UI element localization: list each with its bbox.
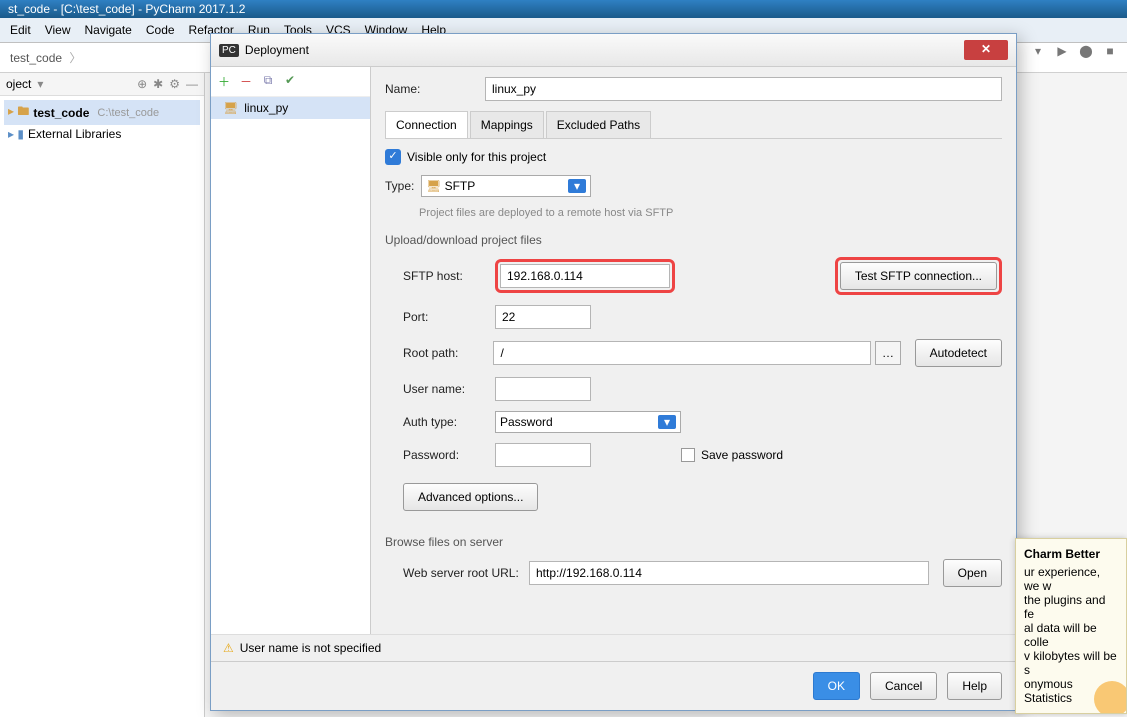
auth-type-select[interactable]: Password ▾ [495,411,681,433]
gear-icon[interactable]: ⚙ [169,77,180,91]
close-button[interactable]: ✕ [964,40,1008,60]
menu-edit[interactable]: Edit [4,21,37,39]
password-input[interactable] [495,443,591,467]
root-path-label: Root path: [385,346,493,360]
project-tree: ▸ 🖿 test_code C:\test_code ▸ ▮ External … [0,96,204,147]
sftp-icon: 🖥 [426,179,441,193]
project-panel: oject ▾ ⊕ ✱ ⚙ — ▸ 🖿 test_code C:\test_co… [0,73,205,717]
chevron-right-icon: 〉 [69,51,81,65]
type-value: SFTP [445,179,476,193]
auth-type-value: Password [500,415,553,429]
password-label: Password: [385,448,495,462]
cancel-button[interactable]: Cancel [870,672,937,700]
deployment-dialog: PC Deployment ✕ ＋ － ⧉ ✔ 🖥 linux_py Name: [210,33,1017,711]
add-icon[interactable]: ＋ [217,73,231,90]
advanced-options-button[interactable]: Advanced options... [403,483,538,511]
deployment-item-name: linux_py [244,101,288,115]
collapse-icon[interactable]: ⊕ [137,77,147,91]
port-label: Port: [385,310,495,324]
deployment-list: ＋ － ⧉ ✔ 🖥 linux_py [211,67,371,634]
copy-icon[interactable]: ⧉ [261,73,275,90]
tree-item-name: External Libraries [28,127,121,141]
upload-section-label: Upload/download project files [385,233,1002,247]
help-button[interactable]: Help [947,672,1002,700]
deployment-item[interactable]: 🖥 linux_py [211,97,370,119]
breadcrumb-root[interactable]: test_code [10,51,62,65]
dialog-title: Deployment [245,43,309,57]
tab-connection[interactable]: Connection [385,111,468,138]
chevron-down-icon: ▾ [658,415,676,429]
notification-line: the plugins and fe [1024,593,1118,621]
dialog-footer: OK Cancel Help [211,661,1016,710]
window-title: st_code - [C:\test_code] - PyCharm 2017.… [8,2,245,16]
logo-icon [1094,681,1127,714]
settings-icon[interactable]: ✱ [153,77,163,91]
tree-item-root[interactable]: ▸ 🖿 test_code C:\test_code [4,100,200,125]
username-input[interactable] [495,377,591,401]
open-button[interactable]: Open [943,559,1002,587]
use-icon[interactable]: ✔ [283,73,297,90]
tree-item-name: test_code [33,106,89,120]
username-label: User name: [385,382,495,396]
notification-line: al data will be colle [1024,621,1118,649]
type-label: Type: [385,179,421,193]
remove-icon[interactable]: － [239,73,253,90]
notification-popup[interactable]: Charm Better ur experience, we w the plu… [1015,538,1127,714]
tree-item-path: C:\test_code [97,107,159,119]
name-input[interactable] [485,77,1002,101]
menu-view[interactable]: View [39,21,77,39]
name-label: Name: [385,82,485,96]
run-toolbar: ▾ ▶ ⬤ ■ [1029,42,1119,60]
warning-bar: ⚠ User name is not specified [211,634,1016,661]
save-password-checkbox[interactable] [681,448,695,462]
tab-excluded[interactable]: Excluded Paths [546,111,651,138]
chevron-down-icon[interactable]: ▾ [37,77,43,91]
window-titlebar: st_code - [C:\test_code] - PyCharm 2017.… [0,0,1127,18]
visible-only-checkbox[interactable]: ✓ [385,149,401,165]
test-connection-button[interactable]: Test SFTP connection... [840,262,997,290]
tabs: Connection Mappings Excluded Paths [385,111,1002,139]
deployment-form: Name: Connection Mappings Excluded Paths… [371,67,1016,634]
visible-only-label: Visible only for this project [407,150,546,164]
sftp-host-label: SFTP host: [385,269,495,283]
root-path-input[interactable] [493,341,871,365]
notification-line: v kilobytes will be s [1024,649,1118,677]
dropdown-icon[interactable]: ▾ [1029,42,1047,60]
notification-title: Charm Better [1024,547,1118,561]
warning-icon: ⚠ [223,641,234,655]
ok-button[interactable]: OK [813,672,860,700]
dialog-titlebar: PC Deployment ✕ [211,34,1016,67]
port-input[interactable] [495,305,591,329]
web-root-label: Web server root URL: [385,566,529,580]
web-root-input[interactable] [529,561,929,585]
autodetect-button[interactable]: Autodetect [915,339,1002,367]
run-icon[interactable]: ▶ [1053,42,1071,60]
tab-mappings[interactable]: Mappings [470,111,544,138]
notification-line: ur experience, we w [1024,565,1118,593]
debug-icon[interactable]: ⬤ [1077,42,1095,60]
browse-root-button[interactable]: … [875,341,901,365]
tree-item-libs[interactable]: ▸ ▮ External Libraries [4,125,200,143]
type-select[interactable]: 🖥 SFTP ▾ [421,175,591,197]
server-icon: 🖥 [223,101,238,115]
auth-type-label: Auth type: [385,415,495,429]
library-icon: ▸ ▮ [8,127,24,141]
save-password-label: Save password [701,448,783,462]
project-label[interactable]: oject [6,77,31,91]
folder-icon: ▸ 🖿 [8,102,29,123]
type-hint: Project files are deployed to a remote h… [419,207,1002,219]
chevron-down-icon: ▾ [568,179,586,193]
project-toolbar: oject ▾ ⊕ ✱ ⚙ — [0,73,204,96]
pycharm-icon: PC [219,44,239,57]
stop-icon[interactable]: ■ [1101,42,1119,60]
menu-code[interactable]: Code [140,21,181,39]
browse-section-label: Browse files on server [385,535,1002,549]
hide-icon[interactable]: — [186,77,198,91]
menu-navigate[interactable]: Navigate [78,21,137,39]
deployment-list-toolbar: ＋ － ⧉ ✔ [211,67,370,97]
sftp-host-input[interactable] [500,264,670,288]
warning-text: User name is not specified [240,641,381,655]
